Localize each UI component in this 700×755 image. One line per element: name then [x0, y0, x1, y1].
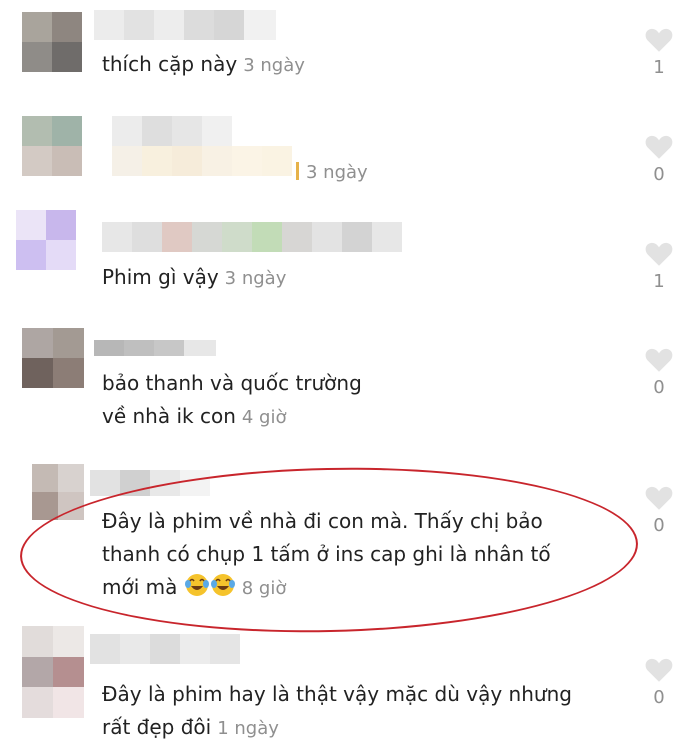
like-button[interactable]: 1	[640, 26, 678, 78]
heart-icon	[645, 135, 673, 159]
like-button[interactable]: 0	[640, 133, 678, 185]
comment-text: bảo thanh và quốc trường về nhà ik con 4 …	[102, 371, 362, 428]
comment-time: 4 giờ	[241, 407, 287, 428]
avatar[interactable]	[22, 116, 82, 176]
comment-time: 3 ngày	[306, 162, 368, 183]
avatar[interactable]	[22, 328, 84, 388]
comment-text: thích cặp này 3 ngày	[102, 52, 305, 76]
comment-time: 8 giờ	[241, 578, 287, 599]
comment-text: Đây là phim về nhà đi con mà. Thấy chị b…	[102, 509, 551, 599]
username-blurred[interactable]	[102, 222, 402, 252]
like-count: 0	[653, 515, 665, 536]
username-blurred[interactable]	[94, 340, 216, 356]
comment-text-blurred	[112, 146, 292, 176]
like-count: 0	[653, 377, 665, 398]
like-count: 0	[653, 687, 665, 708]
username-blurred[interactable]	[112, 116, 232, 146]
like-button[interactable]: 0	[640, 346, 678, 398]
like-count: 0	[653, 164, 665, 185]
comment-text: Đây là phim hay là thật vậy mặc dù vậy n…	[102, 682, 572, 739]
username-blurred[interactable]	[90, 634, 240, 664]
comment-time: 3 ngày	[243, 55, 305, 76]
avatar[interactable]	[32, 464, 84, 520]
comment-time: 3 ngày	[224, 268, 287, 289]
like-button[interactable]: 0	[640, 484, 678, 536]
heart-icon	[645, 348, 673, 372]
comment-time: 1 ngày	[217, 718, 279, 739]
comment-text: 3 ngày	[300, 155, 368, 189]
comment-text: Phim gì vậy 3 ngày	[102, 265, 287, 289]
avatar[interactable]	[22, 12, 82, 72]
like-count: 1	[653, 271, 665, 292]
like-count: 1	[653, 57, 665, 78]
avatar[interactable]	[16, 210, 76, 270]
like-button[interactable]: 1	[640, 240, 678, 292]
heart-icon	[645, 28, 673, 52]
username-blurred[interactable]	[90, 470, 210, 496]
heart-icon	[645, 242, 673, 266]
heart-icon	[645, 658, 673, 682]
avatar[interactable]	[22, 626, 84, 718]
face-with-tears-of-joy-icon	[184, 574, 209, 596]
heart-icon	[645, 486, 673, 510]
username-blurred[interactable]	[94, 10, 276, 40]
like-button[interactable]: 0	[640, 656, 678, 708]
face-with-tears-of-joy-icon	[210, 574, 235, 596]
